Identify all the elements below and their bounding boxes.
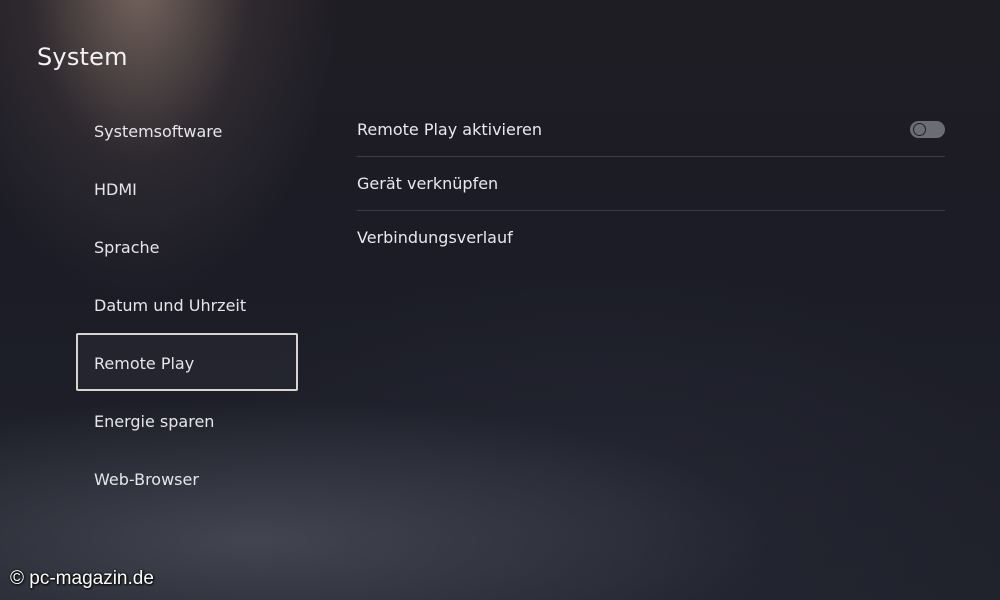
copyright-watermark: © pc-magazin.de xyxy=(10,568,154,589)
sidebar-item-remote-play[interactable]: Remote Play xyxy=(76,333,298,391)
sidebar-item-web-browser[interactable]: Web-Browser xyxy=(76,449,298,507)
remote-play-toggle[interactable] xyxy=(910,121,945,138)
setting-verbindungsverlauf[interactable]: Verbindungsverlauf xyxy=(357,211,945,265)
setting-label: Remote Play aktivieren xyxy=(357,120,543,139)
setting-label: Gerät verknüpfen xyxy=(357,174,499,193)
sidebar-item-hdmi[interactable]: HDMI xyxy=(76,159,298,217)
sidebar-item-systemsoftware[interactable]: Systemsoftware xyxy=(76,101,298,159)
sidebar-item-energie-sparen[interactable]: Energie sparen xyxy=(76,391,298,449)
sidebar-item-sprache[interactable]: Sprache xyxy=(76,217,298,275)
setting-remote-play-aktivieren[interactable]: Remote Play aktivieren xyxy=(357,103,945,157)
setting-geraet-verknuepfen[interactable]: Gerät verknüpfen xyxy=(357,157,945,211)
ps5-settings-screen: System Systemsoftware HDMI Sprache Datum… xyxy=(0,0,1000,600)
page-title: System xyxy=(37,43,128,71)
sidebar-item-datum-und-uhrzeit[interactable]: Datum und Uhrzeit xyxy=(76,275,298,333)
settings-content: Remote Play aktivieren Gerät verknüpfen … xyxy=(357,103,945,265)
toggle-knob xyxy=(913,123,926,136)
settings-sidebar: Systemsoftware HDMI Sprache Datum und Uh… xyxy=(76,101,298,507)
setting-label: Verbindungsverlauf xyxy=(357,228,513,247)
